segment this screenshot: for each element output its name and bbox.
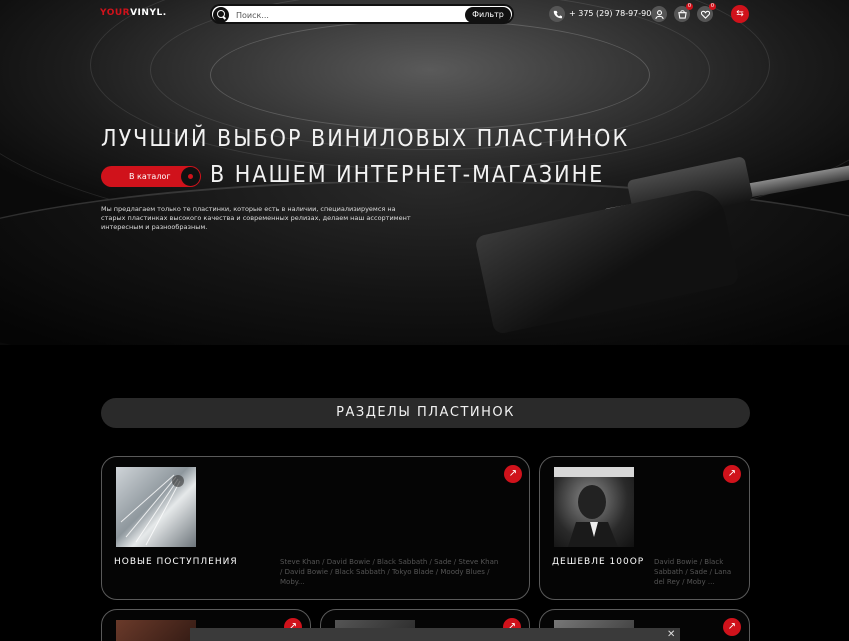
logo[interactable]: YOURVINYL. [100,8,167,18]
favorites-count-badge: 0 [709,3,716,10]
catalog-button[interactable]: В каталог [101,166,201,187]
hero-title-line1: ЛУЧШИЙ ВЫБОР ВИНИЛОВЫХ ПЛАСТИНОК [101,126,630,152]
catalog-button-label: В каталог [129,172,171,181]
album-cover-image [116,467,196,547]
close-icon[interactable]: ✕ [667,629,675,640]
sections-title: РАЗДЕЛЫ ПЛАСТИНОК [101,398,750,428]
heart-icon[interactable]: 0 [697,3,716,22]
site-header: YOURVINYL. Фильтр + 375 (29) 78-97-90 0 … [0,0,849,30]
card-artists: Steve Khan / David Bowie / Black Sabbath… [280,558,499,586]
card-title: ДЕШЕВЛЕ 100ОР [552,557,645,567]
cart-icon[interactable]: 0 [674,3,693,22]
card-artists: David Bowie / Black Sabbath / Sade / Lan… [654,558,732,586]
hero-description: Мы предлагаем только те пластинки, котор… [101,205,411,231]
record-icon [181,167,200,186]
section-card-cheap[interactable]: ДЕШЕВЛЕ 100ОР David Bowie / Black Sabbat… [539,456,750,600]
user-icon[interactable] [651,6,667,22]
logo-vinyl: VINYL. [130,8,167,18]
hero-title-line2: В НАШЕМ ИНТЕРНЕТ-МАГАЗИНЕ [210,162,605,188]
phone-number[interactable]: + 375 (29) 78-97-90 [569,9,651,18]
album-cover-image [554,467,634,547]
menu-toggle-icon[interactable]: ⇆ [731,5,749,23]
arrow-up-right-icon[interactable]: ↗ [504,465,522,483]
logo-your: YOUR [100,8,131,18]
bottom-popup [190,628,680,641]
arrow-up-right-icon[interactable]: ↗ [723,618,741,636]
cart-count-badge: 0 [686,3,693,10]
card-title: НОВЫЕ ПОСТУПЛЕНИЯ [114,557,238,567]
search-icon[interactable] [213,7,229,23]
filter-button[interactable]: Фильтр [465,7,511,23]
phone-icon[interactable] [549,6,565,22]
section-card-new[interactable]: НОВЫЕ ПОСТУПЛЕНИЯ Steve Khan / David Bow… [101,456,530,600]
album-cover-image [116,620,196,641]
arrow-up-right-icon[interactable]: ↗ [723,465,741,483]
search-input[interactable] [236,8,436,22]
search-bar: Фильтр [210,4,514,24]
